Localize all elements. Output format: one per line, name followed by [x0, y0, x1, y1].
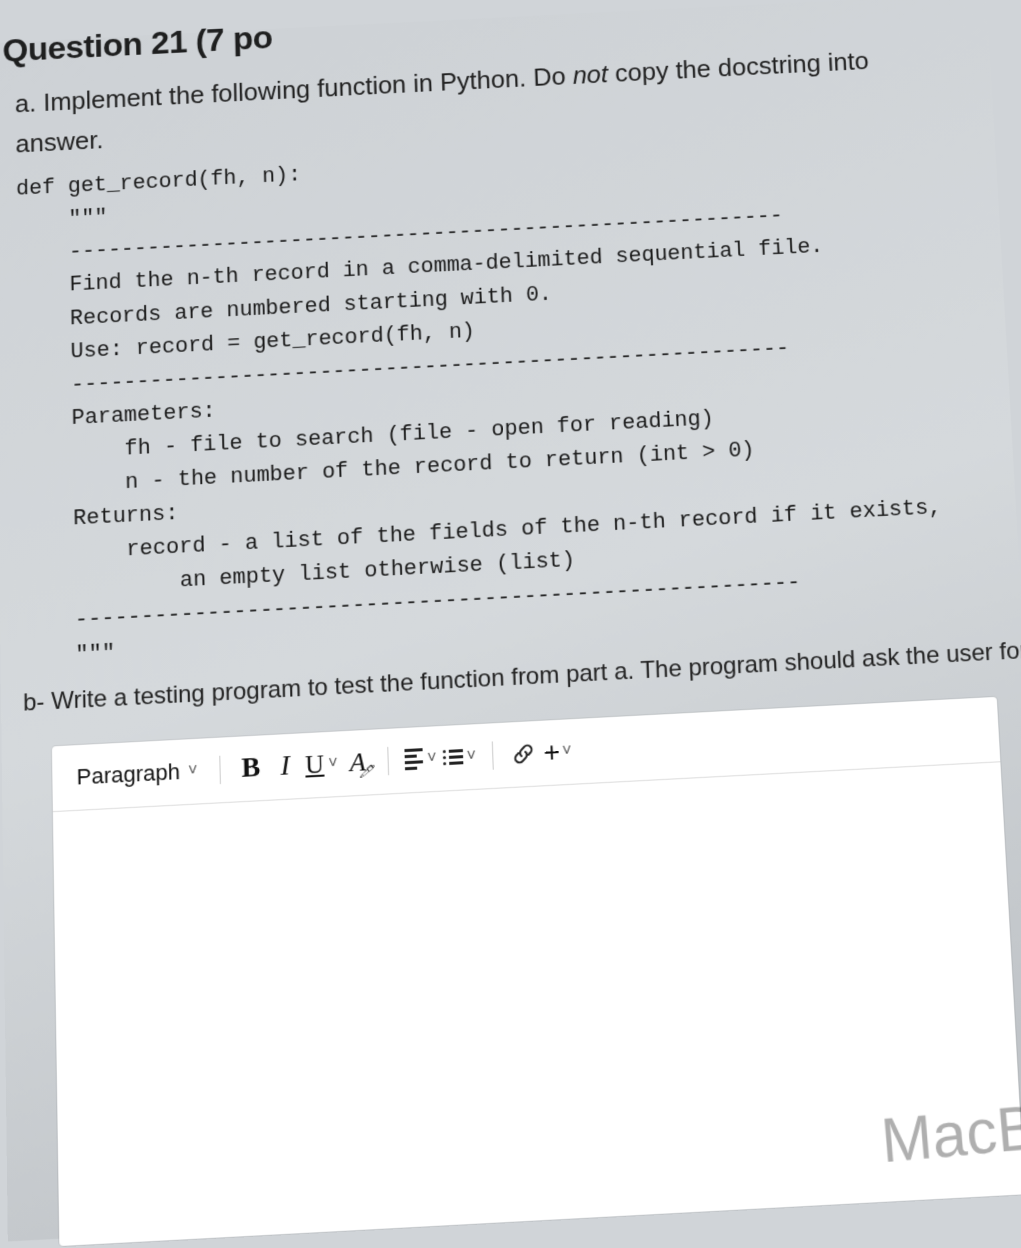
- part-a-not: not: [572, 59, 608, 89]
- chevron-down-icon: ˅: [427, 749, 437, 768]
- bullet-list-icon: [442, 749, 463, 765]
- toolbar-separator: [387, 746, 389, 774]
- chevron-down-icon: ˅: [328, 754, 338, 773]
- code-line: def get_record(fh, n):: [16, 163, 302, 202]
- code-line: Parameters:: [19, 399, 216, 434]
- chevron-down-icon: ˅: [562, 742, 572, 761]
- paragraph-style-select[interactable]: Paragraph ˅: [76, 756, 204, 791]
- part-a-line2: answer.: [15, 125, 103, 158]
- part-a-suffix: copy the docstring into: [607, 46, 869, 88]
- toolbar-separator: [492, 741, 494, 769]
- code-line: Returns:: [20, 501, 178, 534]
- link-icon: [511, 741, 536, 766]
- editor-content-area[interactable]: [53, 762, 1021, 1246]
- link-button[interactable]: [509, 739, 538, 769]
- underline-icon: U: [305, 749, 325, 780]
- chevron-down-icon: ˅: [188, 762, 198, 781]
- insert-button[interactable]: + ˅: [543, 737, 572, 767]
- code-line: """: [16, 206, 107, 235]
- font-color-button[interactable]: A🖊: [343, 747, 372, 777]
- code-line: """: [22, 640, 115, 670]
- paragraph-style-label: Paragraph: [76, 758, 180, 790]
- align-button[interactable]: ˅: [405, 744, 437, 774]
- chevron-down-icon: ˅: [466, 747, 476, 766]
- answer-editor: Paragraph ˅ B I U ˅ A🖊 ˅: [52, 696, 1021, 1245]
- toolbar-separator: [219, 755, 221, 783]
- bold-button[interactable]: B: [236, 753, 265, 783]
- plus-icon: +: [543, 735, 561, 768]
- code-docstring: def get_record(fh, n): """ -------------…: [4, 124, 1013, 675]
- question-screen: Question 21 (7 po a. Implement the follo…: [0, 0, 1021, 1241]
- font-color-icon: A🖊: [349, 747, 366, 778]
- italic-button[interactable]: I: [271, 751, 300, 781]
- list-button[interactable]: ˅: [442, 742, 476, 772]
- align-left-icon: [405, 748, 424, 770]
- underline-button[interactable]: U ˅: [305, 749, 338, 779]
